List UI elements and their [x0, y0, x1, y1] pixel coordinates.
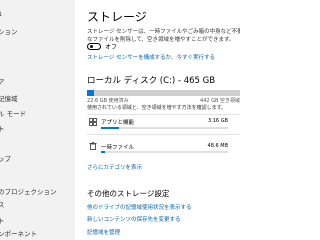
category-apps-bar-fill [101, 127, 119, 129]
drive-hint: 使用されている領域と、空き領域を増やす方法を確認します。 [87, 105, 227, 111]
more-storage-settings-title: その他のストレージ設定 [87, 189, 170, 198]
change-save-location-link[interactable]: 新しいコンテンツの保存先を変更する [87, 215, 181, 223]
sidebar-item-9[interactable] [0, 169, 75, 185]
category-apps-label[interactable]: アプリと機能 [101, 118, 134, 126]
category-temp-bar [101, 151, 228, 153]
sidebar-item-3[interactable]: ア [0, 74, 75, 90]
toggle-state-label: オフ [105, 44, 118, 51]
category-apps-bar [101, 127, 228, 129]
sidebar-item-6[interactable]: ト [0, 121, 75, 137]
storage-page: ストレージ ストレージ センサーは、一時ファイルやごみ箱の中身など不要なファイル… [75, 0, 240, 240]
configure-storage-sense-link[interactable]: ストレージ センサーを構成するか、今すぐ実行する [87, 53, 215, 61]
drive-free-label: 442 GB 空き領域 [199, 98, 240, 104]
category-temp-label[interactable]: 一時ファイル [101, 143, 134, 151]
settings-sidebar: 1 ション ア 記憶域 ル モード ト ップ のプロジェクション ス ト ンポー… [0, 0, 75, 240]
view-other-drives-link[interactable]: 他のドライブの記憶域使用状況を表示する [87, 203, 192, 211]
divider [87, 134, 240, 135]
sidebar-item-11[interactable]: ス [0, 197, 75, 213]
sidebar-item-1[interactable]: 1 [0, 6, 75, 22]
sidebar-item-8[interactable]: ップ [0, 151, 75, 167]
show-more-categories-link[interactable]: さらにカテゴリを表示 [87, 163, 142, 171]
storage-sense-toggle[interactable] [87, 43, 101, 50]
sidebar-item-13[interactable]: ンポーネント [0, 226, 75, 240]
category-apps-value: 3.16 GB [207, 118, 228, 124]
drive-usage-bar [87, 90, 240, 96]
drive-used-label: 22.6 GB 使用済み [87, 98, 129, 104]
toggle-knob [89, 45, 93, 48]
sidebar-item-5[interactable]: ル モード [0, 106, 75, 122]
drive-usage-fill [87, 90, 95, 96]
sidebar-item-4[interactable]: 記憶域 [0, 91, 75, 107]
trash-icon [89, 142, 97, 150]
sidebar-item-2[interactable]: ション [0, 24, 75, 40]
page-title: ストレージ [87, 10, 147, 24]
manage-storage-spaces-link[interactable]: 記憶域を管理 [87, 228, 120, 236]
apps-icon [89, 118, 97, 126]
divider [87, 114, 240, 115]
drive-title: ローカル ディスク (C:) - 465 GB [87, 76, 216, 86]
category-temp-bar-fill [101, 151, 105, 153]
category-temp-value: 48.6 MB [207, 143, 228, 149]
